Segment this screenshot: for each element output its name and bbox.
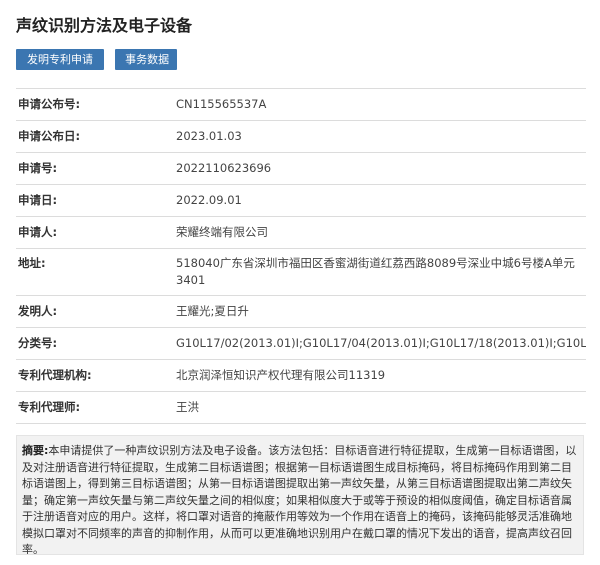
field-label: 专利代理机构: (16, 359, 176, 392)
field-value: 王洪 (176, 391, 586, 424)
field-value: 2022110623696 (176, 152, 586, 185)
field-value: 2022.09.01 (176, 184, 586, 217)
field-label: 发明人: (16, 295, 176, 328)
field-value: 2023.01.03 (176, 120, 586, 153)
field-value: CN115565537A (176, 88, 586, 121)
table-row: 发明人: 王耀光;夏日升 (16, 295, 586, 328)
field-value: 荣耀终端有限公司 (176, 216, 586, 249)
table-row: 申请号: 2022110623696 (16, 152, 586, 185)
table-row: 专利代理机构: 北京润泽恒知识产权代理有限公司11319 (16, 359, 586, 392)
page-title: 声纹识别方法及电子设备 (16, 16, 193, 35)
abstract-box: 摘要:本申请提供了一种声纹识别方法及电子设备。该方法包括：目标语音进行特征提取，… (16, 435, 584, 555)
field-label: 地址: (16, 248, 176, 296)
table-row: 申请日: 2022.09.01 (16, 184, 586, 217)
field-label: 申请号: (16, 152, 176, 185)
abstract-text: 本申请提供了一种声纹识别方法及电子设备。该方法包括：目标语音进行特征提取，生成第… (22, 444, 577, 555)
affairs-data-button[interactable]: 事务数据 (115, 49, 178, 70)
table-row: 地址: 518040广东省深圳市福田区香蜜湖街道红荔西路8089号深业中城6号楼… (16, 248, 586, 296)
patent-info-table: 申请公布号: CN115565537A 申请公布日: 2023.01.03 申请… (16, 88, 586, 424)
table-row: 申请公布日: 2023.01.03 (16, 120, 586, 153)
table-row: 申请公布号: CN115565537A (16, 88, 586, 121)
table-row: 分类号: G10L17/02(2013.01)I;G10L17/04(2013.… (16, 327, 586, 360)
table-row: 申请人: 荣耀终端有限公司 (16, 216, 586, 249)
field-value: 王耀光;夏日升 (176, 295, 586, 328)
action-buttons: 发明专利申请 事务数据 (16, 48, 183, 70)
patent-application-button[interactable]: 发明专利申请 (16, 49, 104, 70)
field-label: 申请公布日: (16, 120, 176, 153)
field-value: 518040广东省深圳市福田区香蜜湖街道红荔西路8089号深业中城6号楼A单元3… (176, 248, 586, 296)
field-label: 专利代理师: (16, 391, 176, 424)
field-value: G10L17/02(2013.01)I;G10L17/04(2013.01)I;… (176, 327, 586, 360)
field-label: 申请日: (16, 184, 176, 217)
abstract-label: 摘要: (22, 444, 49, 457)
field-label: 申请公布号: (16, 88, 176, 121)
table-row: 专利代理师: 王洪 (16, 391, 586, 424)
field-value: 北京润泽恒知识产权代理有限公司11319 (176, 359, 586, 392)
field-label: 申请人: (16, 216, 176, 249)
field-label: 分类号: (16, 327, 176, 360)
